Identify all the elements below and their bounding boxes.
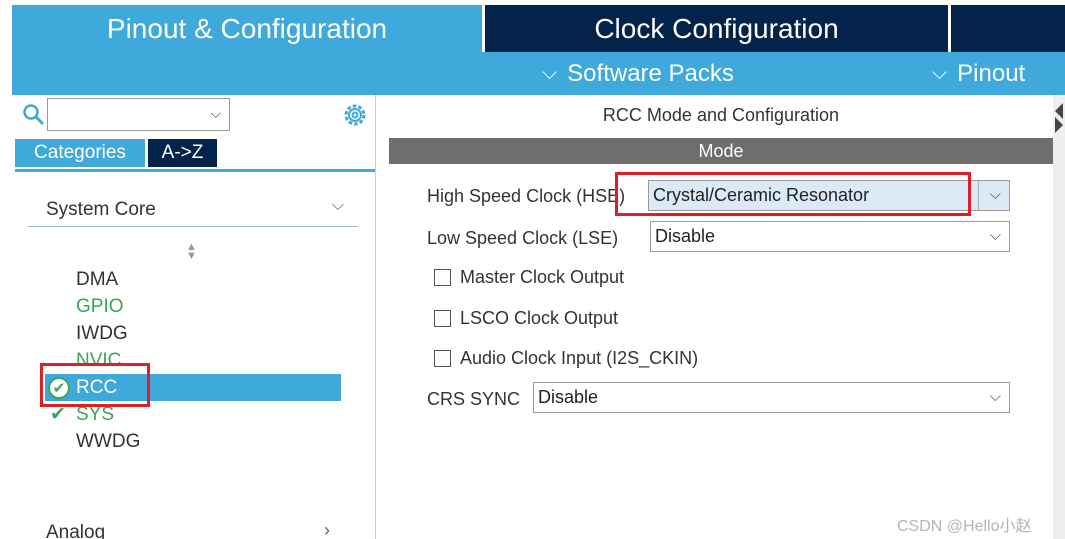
section-header-analog[interactable]: Analog: [46, 522, 105, 539]
checkbox-label: Master Clock Output: [460, 267, 625, 287]
audio-clock-input-row[interactable]: Audio Clock Input (I2S_CKIN): [434, 348, 698, 369]
chevron-down-icon[interactable]: ⌵: [210, 105, 221, 122]
crs-sync-label: CRS SYNC: [427, 389, 521, 409]
chevron-down-icon: ⌵: [542, 62, 558, 84]
software-packs-menu[interactable]: ⌵ Software Packs: [542, 52, 734, 95]
sub-toolbar: ⌵ Software Packs ⌵ Pinout: [12, 52, 1065, 95]
master-clock-output-row[interactable]: Master Clock Output: [434, 267, 624, 288]
top-tab-bar: Pinout & Configuration Clock Configurati…: [0, 0, 1065, 52]
tab-clock-configuration[interactable]: Clock Configuration: [485, 5, 948, 52]
checkbox-label: Audio Clock Input (I2S_CKIN): [460, 348, 699, 368]
lsco-clock-output-checkbox[interactable]: [434, 310, 451, 327]
scroll-up-icon[interactable]: ▲ ▼: [186, 242, 197, 262]
checkbox-label: LSCO Clock Output: [460, 308, 619, 328]
lse-select-value: Disable: [655, 226, 716, 246]
list-item-wwdg[interactable]: WWDG: [76, 428, 140, 455]
categories-panel: ⌵ Categories A->Z System Core ⌵ ▲ ▼ DMA G…: [12, 95, 376, 539]
lse-select[interactable]: Disable ⌵: [650, 221, 1010, 252]
audio-clock-input-checkbox[interactable]: [434, 350, 451, 367]
software-packs-label: Software Packs: [567, 59, 734, 87]
right-scrollbar[interactable]: [1053, 95, 1065, 539]
expand-right-icon[interactable]: [1055, 117, 1063, 133]
tab-underline: [15, 169, 375, 172]
chevron-down-icon[interactable]: ⌵: [990, 186, 1001, 203]
section-header-system-core[interactable]: System Core ⌵: [28, 195, 358, 227]
search-input[interactable]: ⌵: [47, 98, 230, 131]
section-label: System Core: [46, 199, 156, 220]
gear-icon[interactable]: [342, 102, 368, 128]
list-item-gpio[interactable]: GPIO: [76, 293, 124, 320]
crs-sync-select-value: Disable: [538, 387, 599, 407]
tab-a-to-z[interactable]: A->Z: [148, 139, 217, 167]
search-icon[interactable]: [22, 103, 44, 125]
pinout-menu[interactable]: ⌵ Pinout: [932, 52, 1025, 95]
chevron-down-icon[interactable]: ⌵: [990, 388, 1001, 405]
watermark: CSDN @Hello小赵: [897, 518, 1032, 535]
pinout-menu-label: Pinout: [957, 59, 1026, 87]
lse-label: Low Speed Clock (LSE): [427, 228, 619, 248]
dropdown-separator: [978, 181, 979, 210]
lsco-clock-output-row[interactable]: LSCO Clock Output: [434, 308, 618, 329]
chevron-down-icon: ⌵: [932, 62, 948, 84]
crs-sync-select[interactable]: Disable ⌵: [533, 382, 1010, 413]
chevron-down-icon: ⌵: [331, 197, 344, 214]
chevron-down-icon[interactable]: ⌵: [990, 227, 1001, 244]
list-item-iwdg[interactable]: IWDG: [76, 320, 128, 347]
tab-extra[interactable]: [951, 5, 1065, 52]
highlight-box-rcc: [40, 363, 150, 407]
tab-categories[interactable]: Categories: [15, 139, 145, 167]
chevron-right-icon: ›: [324, 520, 330, 539]
rcc-config-panel: RCC Mode and Configuration Mode High Spe…: [389, 95, 1053, 539]
highlight-box-hse: [615, 172, 971, 216]
tab-pinout-configuration[interactable]: Pinout & Configuration: [12, 5, 482, 52]
hse-label: High Speed Clock (HSE): [427, 186, 626, 206]
list-item-dma[interactable]: DMA: [76, 266, 118, 293]
panel-title: RCC Mode and Configuration: [602, 105, 840, 125]
master-clock-output-checkbox[interactable]: [434, 269, 451, 286]
mode-header: Mode: [389, 138, 1053, 164]
